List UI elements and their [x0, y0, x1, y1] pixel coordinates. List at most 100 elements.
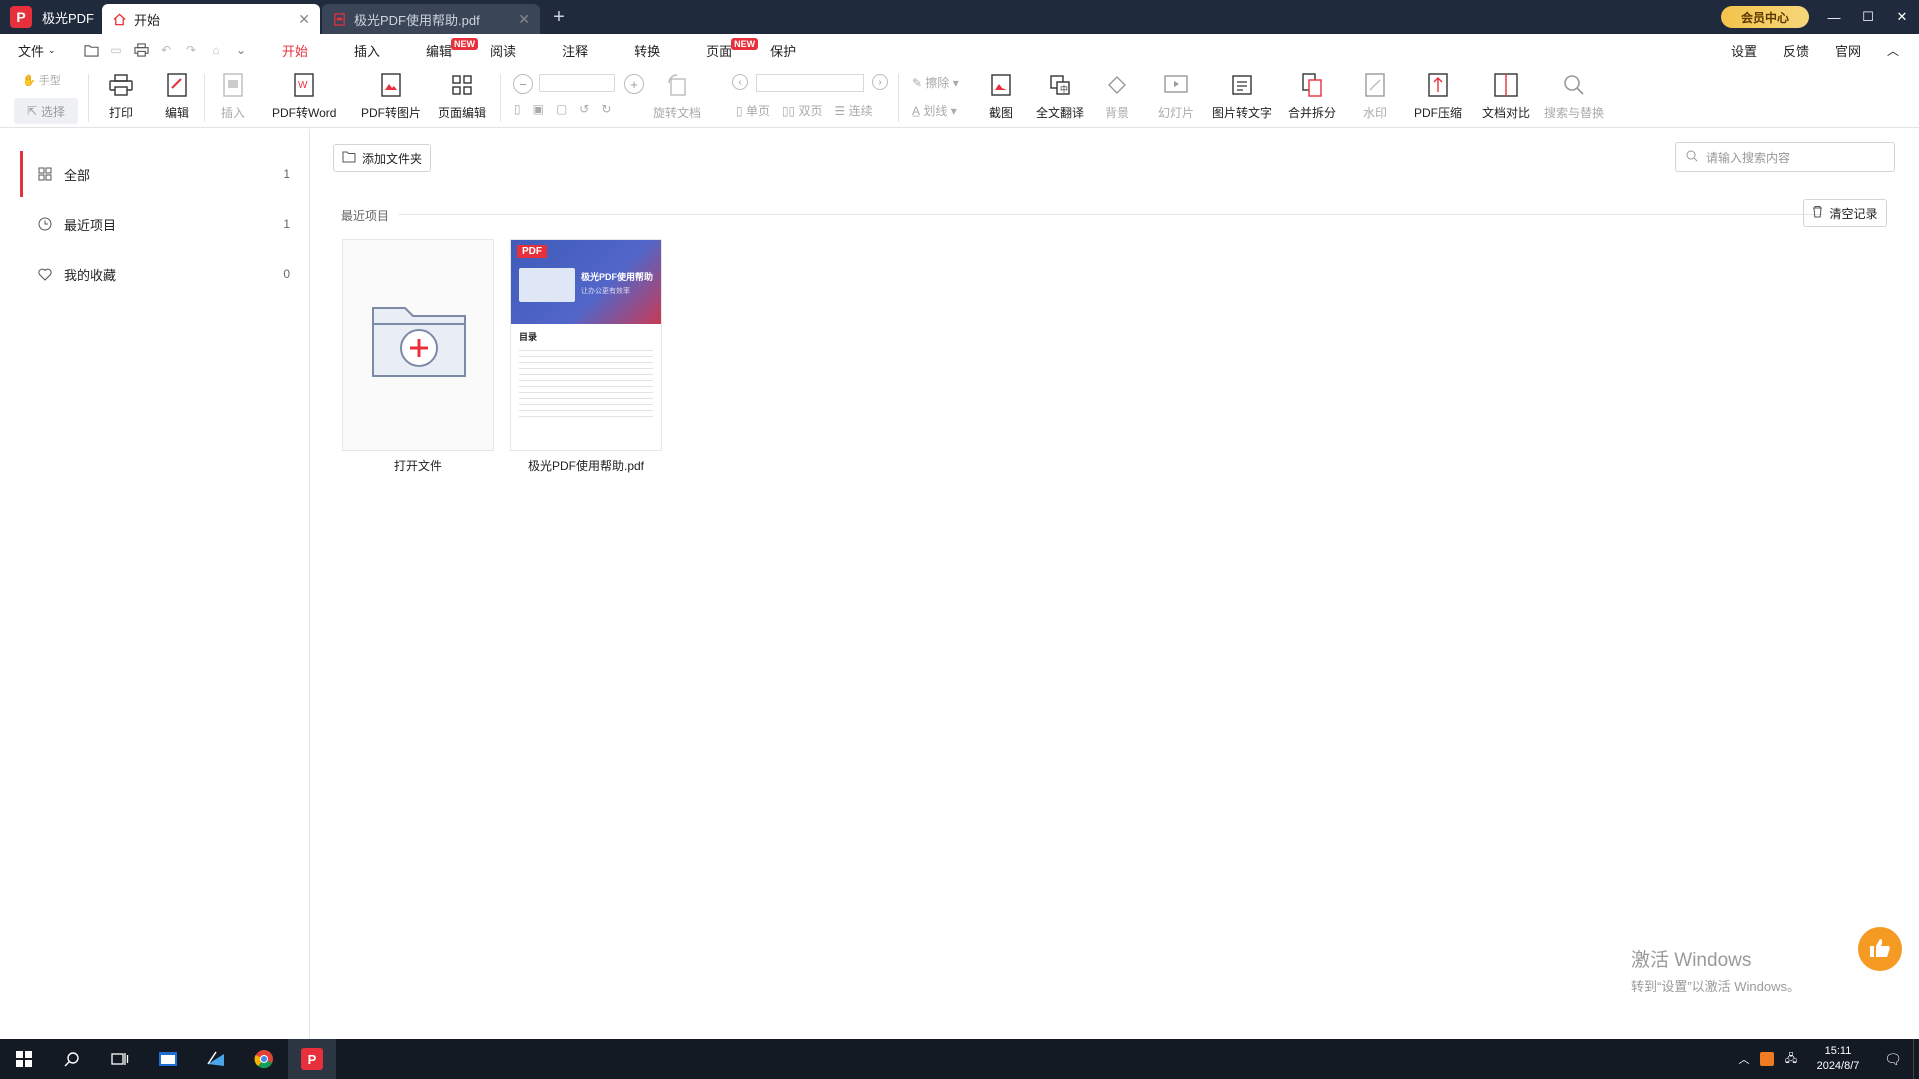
home-icon[interactable]: ⌂ — [205, 39, 227, 61]
background-button[interactable]: 背景 — [1102, 70, 1132, 121]
slideshow-button[interactable]: 幻灯片 — [1158, 70, 1194, 121]
double-page-button[interactable]: ▯▯ 双页 — [782, 102, 823, 119]
search-input[interactable]: 请输入搜索内容 — [1675, 142, 1895, 172]
select-tool[interactable]: ⇱ 选择 — [14, 98, 78, 124]
hand-tool[interactable]: ✋ 手型 — [22, 72, 61, 88]
search-replace-button[interactable]: 搜索与替换 — [1544, 70, 1604, 121]
feedback-link[interactable]: 反馈 — [1783, 41, 1809, 60]
settings-link[interactable]: 设置 — [1731, 41, 1757, 60]
notification-icon[interactable]: 🗨 — [1873, 1051, 1913, 1068]
rotate-doc-button[interactable]: 旋转文档 — [653, 70, 701, 121]
fit-page-icon[interactable]: ▯ — [514, 102, 521, 116]
folder-icon — [342, 151, 356, 166]
slideshow-icon — [1161, 70, 1191, 100]
pdf-to-word-button[interactable]: W PDF转Word — [272, 70, 336, 121]
page-input[interactable] — [756, 74, 864, 92]
open-folder-icon[interactable] — [80, 39, 102, 61]
sidebar-item-count: 1 — [283, 167, 290, 181]
redo-icon[interactable]: ↷ — [180, 39, 202, 61]
maximize-icon[interactable]: ☐ — [1851, 0, 1885, 34]
network-icon[interactable]: 🖧 — [1779, 1050, 1803, 1069]
menu-start[interactable]: 开始 — [270, 34, 320, 66]
compress-button[interactable]: PDF压缩 — [1414, 70, 1462, 121]
underline-button[interactable]: A̲ 划线 ▾ — [912, 102, 957, 119]
clock[interactable]: 15:11 2024/8/7 — [1803, 1044, 1873, 1074]
open-file-label[interactable]: 打开文件 — [342, 457, 494, 474]
menu-edit[interactable]: 编辑 NEW — [414, 34, 479, 66]
rotate-icon — [662, 70, 692, 100]
chrome-icon[interactable] — [240, 1039, 288, 1079]
close-icon[interactable]: ✕ — [518, 11, 530, 28]
zoom-out-icon[interactable]: − — [513, 74, 533, 94]
website-link[interactable]: 官网 — [1835, 41, 1861, 60]
windows-start-icon[interactable] — [0, 1039, 48, 1079]
menu-read[interactable]: 阅读 — [478, 34, 528, 66]
print-button[interactable]: 打印 — [106, 70, 136, 121]
actual-size-icon[interactable]: ▢ — [556, 102, 567, 116]
merge-split-button[interactable]: 合并拆分 — [1288, 70, 1336, 121]
jiguang-pdf-taskbar-icon[interactable]: P — [288, 1039, 336, 1079]
sidebar-item-recent[interactable]: 最近项目 1 — [20, 201, 290, 247]
chevron-up-icon[interactable]: ︿ — [1733, 1051, 1755, 1067]
rotate-right-icon[interactable]: ↻ — [601, 102, 611, 116]
new-tab-button[interactable]: + — [544, 2, 574, 32]
close-icon[interactable]: ✕ — [298, 11, 310, 28]
explorer-app-icon[interactable] — [144, 1039, 192, 1079]
print-icon[interactable] — [130, 39, 152, 61]
thumbs-up-icon — [1869, 938, 1891, 961]
zoom-input[interactable] — [539, 74, 615, 92]
thumbs-up-button[interactable] — [1858, 927, 1902, 971]
edit-button[interactable]: 编辑 — [162, 70, 192, 121]
insert-button[interactable]: 插入 — [218, 70, 248, 121]
tab-start[interactable]: 开始 ✕ — [102, 4, 320, 34]
watermark-button[interactable]: 水印 — [1360, 70, 1390, 121]
task-view-icon[interactable] — [96, 1039, 144, 1079]
add-folder-button[interactable]: 添加文件夹 — [333, 144, 431, 172]
translate-button[interactable]: 中 全文翻译 — [1036, 70, 1084, 121]
search-icon[interactable] — [48, 1039, 96, 1079]
sidebar-item-label: 我的收藏 — [64, 267, 117, 283]
menu-annotate[interactable]: 注释 — [550, 34, 600, 66]
pdf-file-icon — [332, 12, 346, 26]
tab-document[interactable]: 极光PDF使用帮助.pdf ✕ — [322, 4, 540, 34]
file-name[interactable]: 极光PDF使用帮助.pdf — [504, 457, 668, 474]
single-page-button[interactable]: ▯ 单页 — [736, 102, 770, 119]
pdf-to-image-button[interactable]: PDF转图片 — [361, 70, 421, 121]
sidebar-item-favorites[interactable]: 我的收藏 0 — [20, 251, 290, 297]
app-icon[interactable] — [192, 1039, 240, 1079]
taskbar: P ︿ 🖧 15:11 2024/8/7 🗨 — [0, 1039, 1919, 1079]
sidebar-item-all[interactable]: 全部 1 — [20, 151, 290, 197]
image-to-text-button[interactable]: 图片转文字 — [1212, 70, 1272, 121]
continuous-button[interactable]: ☰ 连续 — [835, 102, 873, 119]
next-page-icon[interactable]: › — [872, 74, 888, 90]
fit-width-icon[interactable]: ▣ — [533, 102, 544, 116]
close-window-icon[interactable]: ✕ — [1885, 0, 1919, 34]
screenshot-button[interactable]: 截图 — [986, 70, 1016, 121]
show-desktop[interactable] — [1913, 1039, 1919, 1079]
menu-insert[interactable]: 插入 — [342, 34, 392, 66]
minimize-icon[interactable]: — — [1817, 0, 1851, 34]
save-icon[interactable]: ▭ — [105, 39, 127, 61]
menu-protect[interactable]: 保护 — [758, 34, 808, 66]
rotate-left-icon[interactable]: ↺ — [579, 102, 589, 116]
merge-icon — [1297, 70, 1327, 100]
file-menu[interactable]: 文件 ⌄ — [18, 41, 80, 60]
page-edit-button[interactable]: 页面编辑 — [438, 70, 486, 121]
merge-split-label: 合并拆分 — [1288, 106, 1337, 120]
tray-app-icon[interactable] — [1755, 1052, 1779, 1066]
vip-center-button[interactable]: 会员中心 — [1721, 6, 1809, 28]
menu-page[interactable]: 页面 NEW — [694, 34, 759, 66]
customize-icon[interactable]: ⌄ — [230, 39, 252, 61]
undo-icon[interactable]: ↶ — [155, 39, 177, 61]
open-file-card[interactable] — [342, 239, 494, 451]
cursor-icon: ⇱ — [26, 104, 38, 118]
chevron-up-icon[interactable]: ︿ — [1887, 42, 1899, 59]
menu-convert[interactable]: 转换 — [622, 34, 672, 66]
prev-page-icon[interactable]: ‹ — [732, 74, 748, 90]
recent-file-card[interactable]: PDF 极光PDF使用帮助 让办公更有效率 目录 — [510, 239, 662, 451]
compare-button[interactable]: 文档对比 — [1482, 70, 1530, 121]
zoom-in-icon[interactable]: + — [624, 74, 644, 94]
erase-button[interactable]: ✎ 擦除 ▾ — [912, 74, 959, 91]
date: 2024/8/7 — [1816, 1060, 1860, 1072]
clear-records-button[interactable]: 清空记录 — [1803, 199, 1887, 227]
